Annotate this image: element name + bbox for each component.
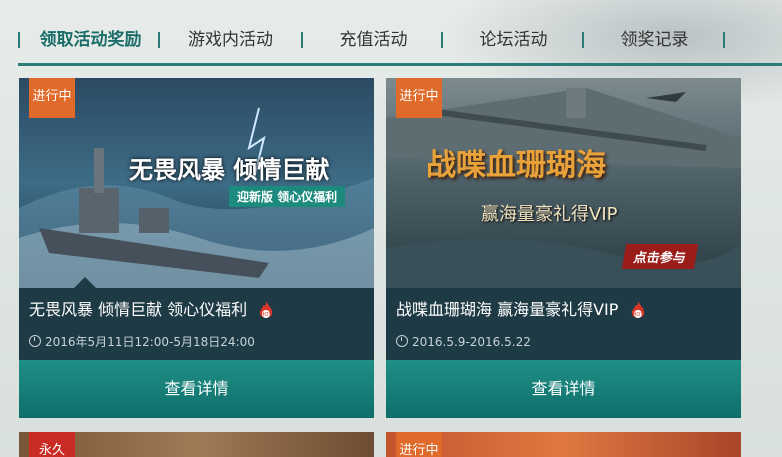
svg-text:HOT: HOT xyxy=(261,312,273,318)
status-badge: 永久 xyxy=(29,432,75,457)
hot-flame-icon: HOT xyxy=(631,300,644,318)
clock-icon xyxy=(29,335,41,347)
tab-in-game-events[interactable]: 游戏内活动 xyxy=(168,20,293,60)
view-details-button[interactable]: 查看详情 xyxy=(19,360,374,418)
tab-divider xyxy=(441,32,443,48)
banner-subtitle: 迎新版 领心仪福利 xyxy=(229,186,346,207)
view-details-button[interactable]: 查看详情 xyxy=(386,360,741,418)
status-badge: 进行中 xyxy=(29,78,75,118)
activity-time-text: 2016年5月11日12:00-5月18日24:00 xyxy=(45,335,255,349)
banner-title: 战喋血珊瑚海 xyxy=(426,148,606,183)
tab-divider xyxy=(158,32,160,48)
clock-icon xyxy=(396,335,408,347)
activity-card: 进行中 xyxy=(386,432,741,457)
activity-title: 战喋血珊瑚海 赢海量豪礼得VIP HOT xyxy=(396,298,646,322)
status-badge: 进行中 xyxy=(396,78,442,118)
tab-forum-events[interactable]: 论坛活动 xyxy=(451,20,576,60)
tab-reward-records[interactable]: 领奖记录 xyxy=(592,20,717,60)
tab-recharge-events[interactable]: 充值活动 xyxy=(311,20,436,60)
activity-time-text: 2016.5.9-2016.5.22 xyxy=(412,335,531,349)
activity-tabs: 领取活动奖励 游戏内活动 充值活动 论坛活动 领奖记录 xyxy=(18,20,782,60)
activity-card: 战喋血珊瑚海 赢海量豪礼得VIP 点击参与 进行中 战喋血珊瑚海 赢海量豪礼得V… xyxy=(386,78,741,418)
status-badge: 进行中 xyxy=(396,432,442,457)
hot-flame-icon: HOT xyxy=(260,300,273,318)
activity-title: 无畏风暴 倾情巨献 领心仪福利 HOT xyxy=(29,298,274,322)
tabs-underline xyxy=(18,63,782,66)
activity-card: 永久 xyxy=(19,432,374,457)
tab-divider xyxy=(301,32,303,48)
activity-time: 2016.5.9-2016.5.22 xyxy=(396,334,531,350)
tab-divider xyxy=(18,32,20,48)
svg-text:HOT: HOT xyxy=(632,312,644,318)
activity-time: 2016年5月11日12:00-5月18日24:00 xyxy=(29,334,255,350)
banner-title: 无畏风暴 倾情巨献 xyxy=(129,156,330,184)
tab-claim-rewards[interactable]: 领取活动奖励 xyxy=(28,20,153,60)
banner-cta[interactable]: 点击参与 xyxy=(621,244,699,269)
tab-divider xyxy=(582,32,584,48)
banner-subtitle: 赢海量豪礼得VIP xyxy=(481,204,618,225)
tab-divider xyxy=(723,32,725,48)
activity-title-text: 无畏风暴 倾情巨献 领心仪福利 xyxy=(29,300,248,319)
activity-card: 无畏风暴 倾情巨献 迎新版 领心仪福利 进行中 无畏风暴 倾情巨献 领心仪福利 … xyxy=(19,78,374,418)
pointer-notch xyxy=(74,277,96,288)
activity-title-text: 战喋血珊瑚海 赢海量豪礼得VIP xyxy=(396,300,619,319)
